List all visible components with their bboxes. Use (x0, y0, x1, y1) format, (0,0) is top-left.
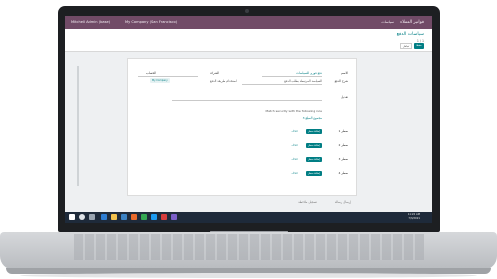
field-label: الاسم (340, 71, 348, 75)
search-icon[interactable] (79, 214, 85, 220)
breadcrumb[interactable]: سياسات الدفع (397, 32, 424, 37)
form-sheet: الاسم دفع فوري للسياسات شرح الدفع السياس… (127, 58, 357, 196)
delete-link[interactable]: حذف (291, 129, 298, 133)
laptop-lid: Mitchell Admin (base) My Company (San Fr… (58, 6, 440, 232)
line-label: سطر 2 (338, 143, 348, 147)
company-switcher[interactable]: My Company (San Francisco) (125, 16, 177, 29)
webcam-icon (245, 9, 249, 13)
add-line-button[interactable]: إضافة سطر (306, 129, 322, 134)
send-message-button[interactable]: إرسال رسالة (335, 200, 351, 204)
chatter-bar: إرسال رسالة تسجيل ملاحظة (127, 200, 357, 208)
edge-icon[interactable] (101, 214, 107, 220)
field-label: الشركة (210, 71, 220, 75)
top-navbar: Mitchell Admin (base) My Company (San Fr… (65, 16, 432, 29)
chrome-icon[interactable] (141, 214, 147, 220)
windows-start-icon[interactable] (69, 214, 75, 220)
discard-button[interactable]: تجاهل (400, 43, 412, 49)
add-line-button[interactable]: إضافة سطر (306, 157, 322, 162)
keyboard (74, 234, 424, 260)
file-explorer-icon[interactable] (111, 214, 117, 220)
clock[interactable]: 11:22 AM 7/3/2021 (408, 213, 420, 221)
delete-link[interactable]: حذف (291, 171, 298, 175)
use-payment-checkbox[interactable]: استخدام طريقة الدفع (210, 79, 237, 83)
app-icon[interactable] (171, 214, 177, 220)
menu-item-policies[interactable]: سياسات (381, 16, 394, 29)
add-line-button[interactable]: إضافة سطر (306, 171, 322, 176)
description-field[interactable]: السياسة المرتبطة بطلب الدفع (284, 79, 322, 83)
screen: Mitchell Admin (base) My Company (San Fr… (65, 16, 432, 223)
task-view-icon[interactable] (89, 214, 95, 220)
windows-taskbar: 11:22 AM 7/3/2021 (65, 212, 432, 223)
field-label: شرح الدفع (334, 79, 348, 83)
control-panel: سياسات الدفع 1 / 1 حفظ تجاهل (65, 29, 432, 52)
line-label: سطر 3 (338, 157, 348, 161)
add-line-button[interactable]: إضافة سطر (306, 143, 322, 148)
name-field[interactable]: دفع فوري للسياسات (296, 71, 322, 75)
field-label: تعديل (341, 95, 348, 99)
company-tag[interactable]: My Company (150, 78, 170, 83)
app-icon[interactable] (161, 214, 167, 220)
rule-tag[interactable]: 3 مجموع المبلغ (303, 116, 322, 120)
firefox-icon[interactable] (131, 214, 137, 220)
log-note-button[interactable]: تسجيل ملاحظة (298, 200, 317, 204)
user-menu[interactable]: Mitchell Admin (base) (71, 16, 110, 29)
store-icon[interactable] (121, 214, 127, 220)
mail-icon[interactable] (151, 214, 157, 220)
save-button[interactable]: حفظ (414, 43, 424, 49)
line-label: سطر 4 (338, 171, 348, 175)
app-title[interactable]: فواتير العملاء (400, 16, 424, 29)
line-label: سطر 1 (338, 129, 348, 133)
rule-text: Match security with the following rule (265, 109, 323, 113)
field-label: الحساب (146, 71, 157, 75)
delete-link[interactable]: حذف (291, 143, 298, 147)
laptop-shadow (20, 273, 477, 278)
delete-link[interactable]: حذف (291, 157, 298, 161)
scrollbar[interactable] (77, 66, 79, 186)
